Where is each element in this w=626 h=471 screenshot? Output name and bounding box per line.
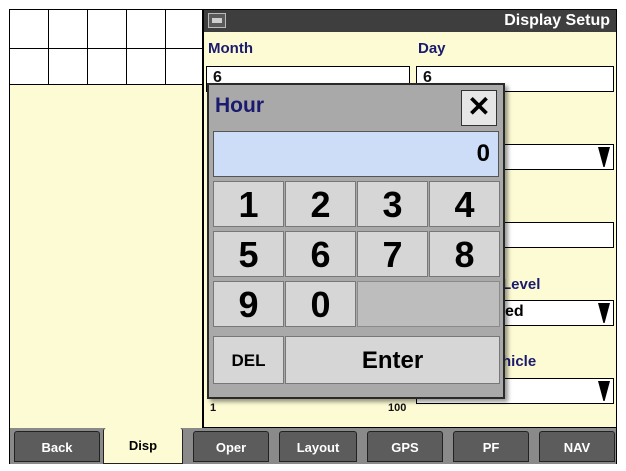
close-icon[interactable]: ✕ [461, 90, 497, 126]
triangle-down-icon [598, 381, 610, 401]
left-panel [9, 85, 203, 428]
key-8[interactable]: 8 [429, 231, 500, 277]
tab-oper[interactable]: Oper [193, 431, 269, 462]
display-icon [208, 13, 226, 28]
month-label: Month [208, 40, 253, 57]
grid-line [10, 48, 202, 49]
tab-back[interactable]: Back [14, 431, 100, 462]
page-title: Display Setup [504, 12, 610, 29]
level-label: Level [502, 276, 541, 293]
key-7[interactable]: 7 [357, 231, 428, 277]
tab-pf[interactable]: PF [453, 431, 529, 462]
slider-max: 100 [388, 402, 407, 414]
key-4[interactable]: 4 [429, 181, 500, 227]
slider-min: 1 [210, 402, 217, 414]
enter-button[interactable]: Enter [285, 336, 500, 384]
key-3[interactable]: 3 [357, 181, 428, 227]
tab-gps[interactable]: GPS [367, 431, 443, 462]
dialog-title: Hour [215, 94, 264, 117]
triangle-down-icon [598, 303, 610, 323]
day-label: Day [418, 40, 446, 57]
grid-line [165, 10, 166, 84]
grid-panel [9, 9, 203, 85]
grid-line [87, 10, 88, 84]
key-1[interactable]: 1 [213, 181, 284, 227]
key-2[interactable]: 2 [285, 181, 356, 227]
key-5[interactable]: 5 [213, 231, 284, 277]
tab-nav[interactable]: NAV [539, 431, 615, 462]
tab-disp[interactable]: Disp [103, 428, 183, 464]
triangle-down-icon [598, 147, 610, 167]
title-bar: Display Setup [204, 10, 616, 32]
grid-line [48, 10, 49, 84]
key-6[interactable]: 6 [285, 231, 356, 277]
hour-value-display: 0 [213, 131, 499, 177]
level-value: ed [505, 303, 524, 320]
key-9[interactable]: 9 [213, 281, 284, 327]
key-0[interactable]: 0 [285, 281, 356, 327]
grid-line [126, 10, 127, 84]
tab-layout[interactable]: Layout [279, 431, 357, 462]
vehicle-label: hicle [502, 353, 537, 370]
hour-keypad-dialog: Hour ✕ 0 1 2 3 4 5 6 7 8 9 0 DEL Enter [207, 83, 505, 399]
blank-key [357, 281, 500, 327]
delete-button[interactable]: DEL [213, 336, 284, 384]
